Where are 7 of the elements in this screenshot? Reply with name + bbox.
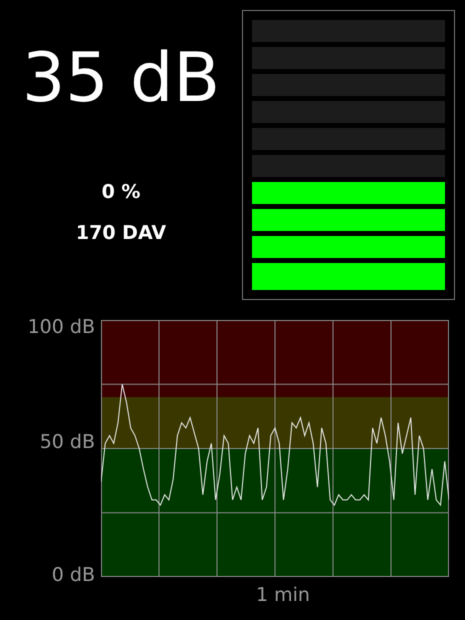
y-axis-label: 100 dB <box>28 318 95 337</box>
y-axis-label: 0 dB <box>52 566 95 585</box>
percent-value: 0 % <box>102 180 140 205</box>
dav-value: 170 DAV <box>76 220 166 246</box>
x-axis-label: 1 min <box>256 583 310 608</box>
sound-level-reading: 35 dB <box>22 45 220 113</box>
y-axis-label: 50 dB <box>40 433 95 452</box>
